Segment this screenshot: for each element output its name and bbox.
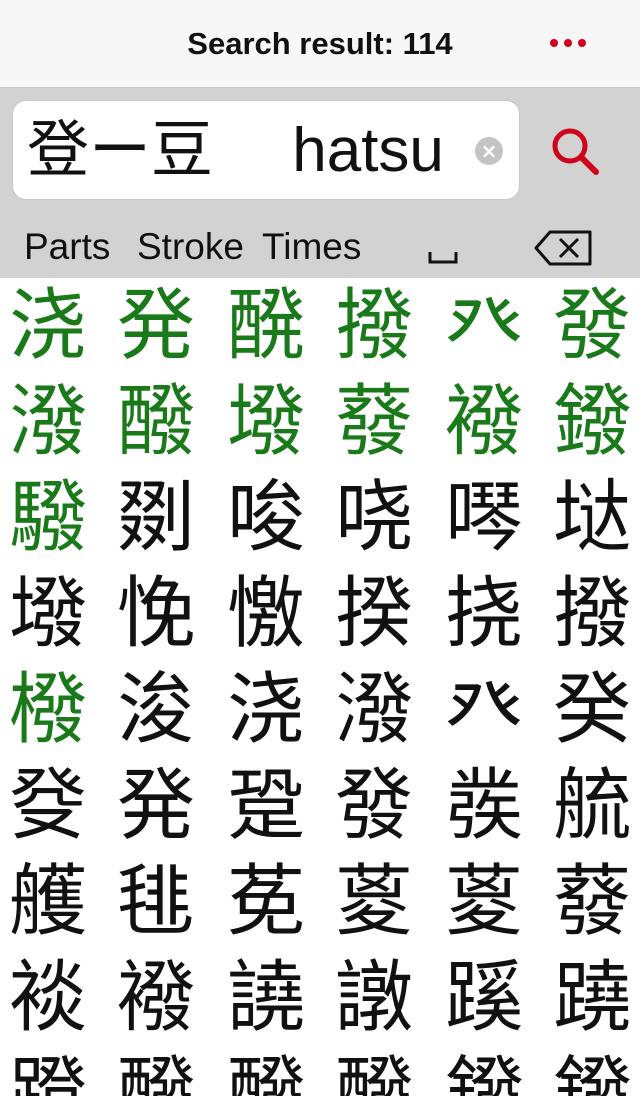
kanji-result-item[interactable]: 悗	[106, 566, 206, 662]
kanji-result-item[interactable]: 癶	[434, 278, 534, 374]
kanji-result-item[interactable]: 橃	[0, 662, 98, 758]
search-field[interactable]: 登ー豆 hatsu ×	[12, 100, 520, 200]
kanji-result-item[interactable]: 襏	[434, 374, 534, 470]
backspace-icon	[534, 230, 592, 266]
kanji-result-item[interactable]: 跫	[216, 758, 316, 854]
kanji-result-item[interactable]: 噖	[434, 470, 534, 566]
kanji-result-item[interactable]: 醗	[216, 278, 316, 374]
more-options-icon	[550, 39, 558, 47]
search-query-text[interactable]: 登ー豆 hatsu	[27, 101, 444, 201]
kanji-result-item[interactable]: 毴	[106, 854, 206, 950]
page-title: Search result: 114	[187, 26, 453, 61]
kanji-result-item[interactable]: 蹬	[0, 1046, 98, 1096]
kanji-result-item[interactable]: 蕟	[324, 374, 424, 470]
kanji-result-item[interactable]: 剟	[106, 470, 206, 566]
kanji-result-item[interactable]: 挠	[434, 566, 534, 662]
kanji-result-item[interactable]: 発	[106, 278, 206, 374]
kanji-result-item[interactable]: 襏	[106, 950, 206, 1046]
search-panel: 登ー豆 hatsu × Parts Stroke Times	[0, 88, 640, 278]
kanji-result-item[interactable]: 艈	[542, 758, 640, 854]
kanji-result-item[interactable]: 鏺	[542, 1046, 640, 1096]
kanji-result-item[interactable]: 鏺	[542, 374, 640, 470]
times-button[interactable]: Times	[262, 220, 361, 274]
space-key-button[interactable]	[426, 220, 462, 274]
search-button[interactable]	[548, 124, 604, 180]
kanji-result-item[interactable]: 撥	[542, 566, 640, 662]
kanji-result-item[interactable]: 醱	[106, 374, 206, 470]
backspace-button[interactable]	[532, 226, 596, 270]
kanji-result-item[interactable]: 醱	[324, 1046, 424, 1096]
stroke-button[interactable]: Stroke	[137, 220, 244, 274]
space-icon	[428, 252, 458, 264]
kanji-result-item[interactable]: 癸	[542, 662, 640, 758]
kanji-result-item[interactable]: 譈	[324, 950, 424, 1046]
kanji-result-item[interactable]: 潑	[0, 374, 98, 470]
navigation-bar: Search result: 114	[0, 0, 640, 88]
kanji-result-item[interactable]: 唆	[216, 470, 316, 566]
kanji-result-item[interactable]: 裧	[0, 950, 98, 1046]
clear-icon[interactable]: ×	[475, 137, 503, 165]
kanji-results-grid: 浇発醗撥癶發潑醱墢蕟襏鏺驋剟唆哓噖垯墢悗憿揆挠撥橃浚浇潑癶癸癹発跫發彂艈艧毴莬葼…	[0, 278, 640, 1096]
more-dot	[578, 39, 586, 47]
kanji-result-item[interactable]: 蹺	[542, 950, 640, 1046]
kanji-result-item[interactable]: 憿	[216, 566, 316, 662]
kanji-result-item[interactable]: 浚	[106, 662, 206, 758]
kanji-result-item[interactable]: 驋	[0, 470, 98, 566]
more-options-button[interactable]	[548, 32, 588, 56]
kanji-result-item[interactable]: 醱	[216, 1046, 316, 1096]
search-icon	[552, 128, 599, 175]
kanji-result-item[interactable]: 垯	[542, 470, 640, 566]
kanji-result-item[interactable]: 潑	[324, 662, 424, 758]
kanji-result-item[interactable]: 癶	[434, 662, 534, 758]
kanji-result-item[interactable]: 鏺	[434, 1046, 534, 1096]
kanji-result-item[interactable]: 發	[542, 278, 640, 374]
kanji-result-item[interactable]: 墢	[0, 566, 98, 662]
kanji-result-item[interactable]: 蹊	[434, 950, 534, 1046]
kanji-result-item[interactable]: 葼	[434, 854, 534, 950]
kanji-result-item[interactable]: 艧	[0, 854, 98, 950]
kanji-result-item[interactable]: 葼	[324, 854, 424, 950]
kanji-result-item[interactable]: 発	[106, 758, 206, 854]
kanji-result-item[interactable]: 哓	[324, 470, 424, 566]
kanji-result-item[interactable]: 譊	[216, 950, 316, 1046]
kanji-result-item[interactable]: 莬	[216, 854, 316, 950]
more-dot	[564, 39, 572, 47]
kanji-result-item[interactable]: 墢	[216, 374, 316, 470]
kanji-result-item[interactable]: 撥	[324, 278, 424, 374]
kanji-result-item[interactable]: 彂	[434, 758, 534, 854]
kanji-result-item[interactable]: 癹	[0, 758, 98, 854]
kanji-result-item[interactable]: 浇	[0, 278, 98, 374]
kanji-result-item[interactable]: 蕟	[542, 854, 640, 950]
kanji-result-item[interactable]: 發	[324, 758, 424, 854]
kanji-result-item[interactable]: 醱	[106, 1046, 206, 1096]
parts-button[interactable]: Parts	[24, 220, 110, 274]
kanji-result-item[interactable]: 揆	[324, 566, 424, 662]
kanji-result-item[interactable]: 浇	[216, 662, 316, 758]
